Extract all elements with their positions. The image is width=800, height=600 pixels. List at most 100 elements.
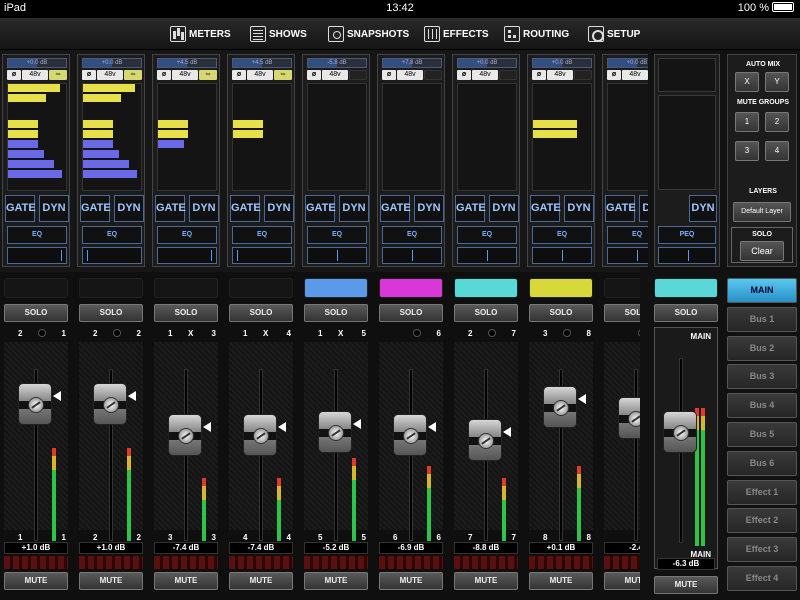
solo-button[interactable]: SOLO — [79, 304, 143, 322]
gate-button[interactable]: GATE — [305, 195, 336, 222]
gate-button[interactable]: GATE — [80, 195, 111, 222]
bus-bus-1-button[interactable]: Bus 1 — [727, 306, 797, 332]
pan-control[interactable] — [7, 247, 67, 264]
bus-effect-3-button[interactable]: Effect 3 — [727, 537, 797, 563]
nav-routing[interactable]: ROUTING — [504, 24, 569, 44]
eq-button[interactable]: EQ — [7, 226, 67, 244]
bus-effect-2-button[interactable]: Effect 2 — [727, 508, 797, 534]
fader-cap[interactable] — [168, 413, 202, 456]
gain-readout[interactable]: +7.8 dB — [382, 58, 442, 68]
phantom-power-button[interactable]: 48v — [547, 70, 573, 80]
solo-button[interactable]: SOLO — [379, 304, 443, 322]
nav-shows[interactable]: SHOWS — [250, 24, 307, 44]
solo-clear-button[interactable]: Clear — [740, 241, 784, 261]
link-button[interactable] — [574, 70, 592, 80]
phantom-power-button[interactable]: 48v — [22, 70, 48, 80]
mute-button[interactable]: MUTE — [304, 572, 368, 590]
solo-button[interactable]: SOLO — [529, 304, 593, 322]
fader-cap[interactable] — [243, 413, 277, 456]
fader-cap[interactable] — [93, 383, 127, 425]
phase-invert-button[interactable]: ø — [7, 70, 21, 80]
dyn-button[interactable]: DYN — [264, 195, 294, 222]
main-fader-cap[interactable] — [663, 411, 697, 454]
main-dyn-button[interactable]: DYN — [689, 195, 717, 222]
phantom-power-button[interactable]: 48v — [172, 70, 198, 80]
link-button[interactable] — [349, 70, 367, 80]
pan-control[interactable] — [532, 247, 592, 264]
bus-effect-1-button[interactable]: Effect 1 — [727, 479, 797, 505]
dyn-button[interactable]: DYN — [114, 195, 144, 222]
mute-button[interactable]: MUTE — [529, 572, 593, 590]
bus-bus-2-button[interactable]: Bus 2 — [727, 335, 797, 361]
nav-setup[interactable]: SETUP — [588, 24, 640, 44]
bus-bus-3-button[interactable]: Bus 3 — [727, 364, 797, 390]
mute-button[interactable]: MUTE — [454, 572, 518, 590]
phantom-power-button[interactable]: 48v — [472, 70, 498, 80]
solo-button[interactable]: SOLO — [4, 304, 68, 322]
eq-button[interactable]: EQ — [532, 226, 592, 244]
pan-control[interactable] — [157, 247, 217, 264]
pan-control[interactable] — [82, 247, 142, 264]
bus-effect-4-button[interactable]: Effect 4 — [727, 566, 797, 591]
phase-invert-button[interactable]: ø — [157, 70, 171, 80]
phase-invert-button[interactable]: ø — [382, 70, 396, 80]
main-solo-button[interactable]: SOLO — [654, 304, 718, 322]
solo-button[interactable]: SOLO — [154, 304, 218, 322]
gate-button[interactable]: GATE — [530, 195, 561, 222]
nav-snapshots[interactable]: SNAPSHOTS — [328, 24, 409, 44]
phase-invert-button[interactable]: ø — [307, 70, 321, 80]
phantom-power-button[interactable]: 48v — [247, 70, 273, 80]
main-mute-button[interactable]: MUTE — [654, 576, 718, 594]
gate-button[interactable]: GATE — [230, 195, 261, 222]
phase-invert-button[interactable]: ø — [607, 70, 621, 80]
pan-control[interactable] — [232, 247, 292, 264]
dyn-button[interactable]: DYN — [414, 195, 444, 222]
dyn-button[interactable]: DYN — [189, 195, 219, 222]
gate-button[interactable]: GATE — [380, 195, 411, 222]
pan-control[interactable] — [307, 247, 367, 264]
dyn-button[interactable]: DYN — [39, 195, 69, 222]
gain-readout[interactable]: +0.0 dB — [532, 58, 592, 68]
link-button[interactable]: ∞ — [199, 70, 217, 80]
phase-invert-button[interactable]: ø — [82, 70, 96, 80]
automix-x-button[interactable]: X — [735, 72, 759, 92]
pan-control[interactable] — [382, 247, 442, 264]
pan-control[interactable] — [457, 247, 517, 264]
mute-button[interactable]: MUTE — [79, 572, 143, 590]
fader-cap[interactable] — [18, 383, 52, 425]
bus-bus-4-button[interactable]: Bus 4 — [727, 393, 797, 419]
gate-button[interactable]: GATE — [5, 195, 36, 222]
main-peq-button[interactable]: PEQ — [658, 226, 716, 244]
bus-bus-6-button[interactable]: Bus 6 — [727, 450, 797, 476]
eq-button[interactable]: EQ — [307, 226, 367, 244]
fader-cap[interactable] — [393, 413, 427, 456]
dyn-button[interactable]: DYN — [489, 195, 519, 222]
bus-main-button[interactable]: MAIN — [727, 278, 797, 303]
gain-readout[interactable]: +0.0 dB — [82, 58, 142, 68]
phase-invert-button[interactable]: ø — [532, 70, 546, 80]
link-button[interactable]: ∞ — [49, 70, 67, 80]
link-button[interactable] — [499, 70, 517, 80]
solo-button[interactable]: SOLO — [304, 304, 368, 322]
solo-button[interactable]: SOLO — [454, 304, 518, 322]
gain-readout[interactable]: +4.5 dB — [157, 58, 217, 68]
phantom-power-button[interactable]: 48v — [397, 70, 423, 80]
gate-button[interactable]: GATE — [605, 195, 636, 222]
fader-cap[interactable] — [318, 411, 352, 453]
eq-button[interactable]: EQ — [232, 226, 292, 244]
dyn-button[interactable]: DYN — [564, 195, 594, 222]
gate-button[interactable]: GATE — [455, 195, 486, 222]
link-button[interactable] — [424, 70, 442, 80]
mute-group-3-button[interactable]: 3 — [735, 141, 759, 161]
solo-button[interactable]: SOLO — [229, 304, 293, 322]
phantom-power-button[interactable]: 48v — [322, 70, 348, 80]
gain-readout[interactable]: +4.5 dB — [232, 58, 292, 68]
mute-group-4-button[interactable]: 4 — [765, 141, 789, 161]
mute-button[interactable]: MUTE — [229, 572, 293, 590]
phase-invert-button[interactable]: ø — [232, 70, 246, 80]
eq-button[interactable]: EQ — [157, 226, 217, 244]
gate-button[interactable]: GATE — [155, 195, 186, 222]
fader-cap[interactable] — [468, 419, 502, 462]
phase-invert-button[interactable]: ø — [457, 70, 471, 80]
phantom-power-button[interactable]: 48v — [622, 70, 648, 80]
